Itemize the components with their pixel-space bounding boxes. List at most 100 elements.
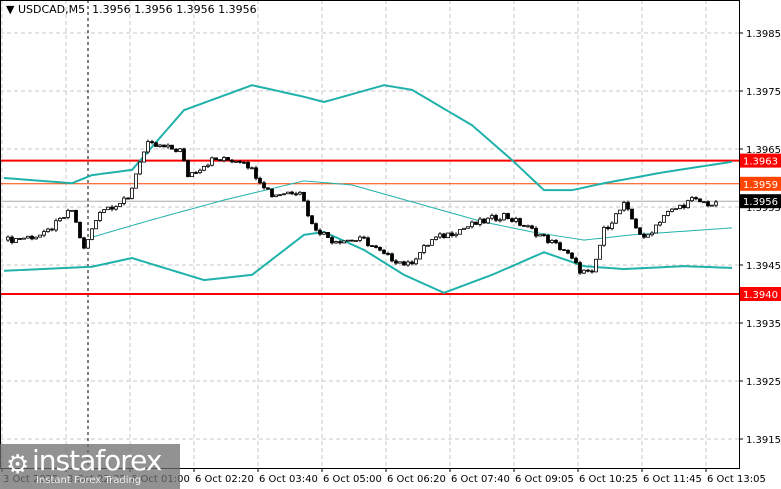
candle-body xyxy=(74,209,78,223)
candle xyxy=(478,217,482,227)
candle xyxy=(366,236,370,248)
candle xyxy=(434,236,438,241)
candle-body xyxy=(58,217,62,222)
candle-body xyxy=(690,197,694,202)
candle-body xyxy=(378,247,382,251)
symbol-label: USDCAD,M5 xyxy=(17,3,86,16)
candle xyxy=(130,187,134,200)
candle xyxy=(318,228,322,237)
y-tick-label: 1.3915 xyxy=(746,435,781,446)
candle-body xyxy=(322,232,326,235)
candle xyxy=(402,260,406,266)
candle-body xyxy=(414,258,418,265)
candle xyxy=(262,181,266,190)
candle xyxy=(454,232,458,238)
candle xyxy=(54,218,58,233)
candle xyxy=(670,208,674,213)
candle-body xyxy=(78,221,82,239)
candle xyxy=(638,227,642,235)
candle-body xyxy=(178,148,182,152)
candle xyxy=(274,194,278,198)
candle xyxy=(446,232,450,239)
candle xyxy=(182,147,186,162)
candle-body xyxy=(98,212,102,221)
candle-body xyxy=(450,232,454,237)
candle xyxy=(202,165,206,172)
candle xyxy=(482,218,486,224)
candle xyxy=(146,139,150,154)
gear-logo-icon: ⚙ xyxy=(6,450,30,480)
x-tick-label: 6 Oct 13:05 xyxy=(707,474,766,485)
candle-body xyxy=(130,187,134,199)
candle-body xyxy=(670,208,674,212)
candle-body xyxy=(198,169,202,173)
candle xyxy=(678,204,682,210)
candle-body xyxy=(662,215,666,223)
candle-body xyxy=(134,173,138,189)
candle-body xyxy=(570,252,574,259)
candle-body xyxy=(602,226,606,246)
candle-body xyxy=(314,223,318,231)
candle xyxy=(50,227,54,232)
candle xyxy=(458,229,462,235)
candle-body xyxy=(142,151,146,163)
candle-body xyxy=(522,224,526,227)
candle-body xyxy=(370,245,374,247)
candle-body xyxy=(678,204,682,210)
candle-body xyxy=(434,236,438,240)
candle xyxy=(382,249,386,255)
candle xyxy=(198,168,202,175)
candle xyxy=(166,143,170,149)
candle-body xyxy=(14,238,18,243)
candle-body xyxy=(230,159,234,163)
candle-body xyxy=(310,215,314,225)
candle-body xyxy=(42,231,46,236)
candle xyxy=(38,234,42,238)
candle xyxy=(106,206,110,211)
candle xyxy=(98,210,102,222)
price-label: 1.3956 xyxy=(743,197,778,208)
candle-body xyxy=(94,220,98,230)
candle xyxy=(522,224,526,227)
candle xyxy=(682,203,686,210)
candle xyxy=(526,224,530,228)
candle-body xyxy=(238,160,242,163)
candle xyxy=(462,227,466,230)
candle-body xyxy=(598,244,602,260)
candle-body xyxy=(258,177,262,184)
candle xyxy=(530,224,534,230)
candle-body xyxy=(70,209,74,212)
candle xyxy=(378,246,382,252)
candle-body xyxy=(538,234,542,237)
candle-body xyxy=(118,203,122,208)
candle-body xyxy=(166,144,170,148)
candle-body xyxy=(666,210,670,216)
candle xyxy=(294,191,298,197)
candle xyxy=(586,268,590,273)
candle xyxy=(162,144,166,148)
candle-body xyxy=(562,249,566,251)
candle xyxy=(702,201,706,204)
candle xyxy=(370,245,374,247)
y-tick-label: 1.3925 xyxy=(746,377,781,388)
candle-body xyxy=(234,160,238,163)
candle xyxy=(698,198,702,203)
bollinger-middle xyxy=(91,180,733,241)
candle xyxy=(270,188,274,198)
x-tick-label: 6 Oct 03:40 xyxy=(259,474,318,485)
price-chart[interactable]: 1.39851.39751.39651.39551.39451.39351.39… xyxy=(0,0,781,489)
candle xyxy=(190,172,194,178)
y-tick-label: 1.3975 xyxy=(746,87,781,98)
candle-body xyxy=(462,227,466,230)
candle-body xyxy=(610,222,614,229)
candle xyxy=(138,160,142,176)
candle xyxy=(94,220,98,230)
candle-body xyxy=(30,235,34,240)
candle-body xyxy=(338,241,342,244)
candle-body xyxy=(26,235,30,239)
candle xyxy=(90,228,94,241)
candle-body xyxy=(146,141,150,153)
candle xyxy=(546,233,550,245)
candle-body xyxy=(342,240,346,244)
candle-body xyxy=(366,237,370,246)
